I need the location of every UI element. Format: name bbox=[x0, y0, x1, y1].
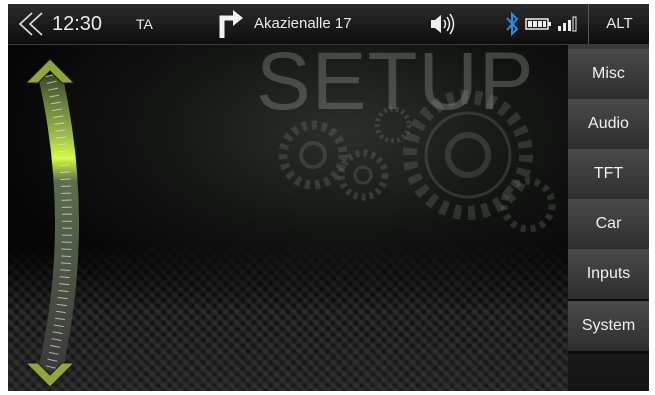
menu-item-misc[interactable]: Misc bbox=[568, 49, 649, 102]
menu-item-audio[interactable]: Audio bbox=[568, 99, 649, 152]
signal-bars-icon bbox=[556, 4, 580, 44]
street-name: Akazienalle 17 bbox=[254, 15, 352, 32]
slider-track[interactable] bbox=[38, 72, 79, 374]
ta-indicator[interactable]: TA bbox=[136, 4, 153, 44]
setup-main-area: SETUP bbox=[8, 45, 568, 391]
car-infotainment-screen: 12:30 TA Akazienalle 17 ALT SETUP Misc A… bbox=[8, 4, 649, 391]
alt-button[interactable]: ALT bbox=[588, 4, 649, 44]
setup-title: SETUP bbox=[256, 45, 535, 127]
menu-item-system[interactable]: System bbox=[568, 301, 649, 354]
clock: 12:30 bbox=[52, 13, 103, 35]
turn-right-arrow-icon bbox=[216, 4, 244, 44]
setup-menu: Misc Audio TFT Car Inputs System bbox=[568, 45, 649, 391]
battery-icon bbox=[524, 4, 554, 44]
status-bar: 12:30 TA Akazienalle 17 ALT bbox=[8, 4, 649, 45]
curved-slider[interactable] bbox=[22, 53, 92, 391]
speaker-icon[interactable] bbox=[428, 4, 458, 44]
menu-item-inputs[interactable]: Inputs bbox=[568, 249, 649, 302]
bluetooth-icon bbox=[504, 4, 520, 44]
menu-item-tft[interactable]: TFT bbox=[568, 149, 649, 202]
double-chevron-left-icon bbox=[18, 12, 43, 36]
menu-item-car[interactable]: Car bbox=[568, 199, 649, 252]
back-button[interactable] bbox=[14, 4, 48, 44]
